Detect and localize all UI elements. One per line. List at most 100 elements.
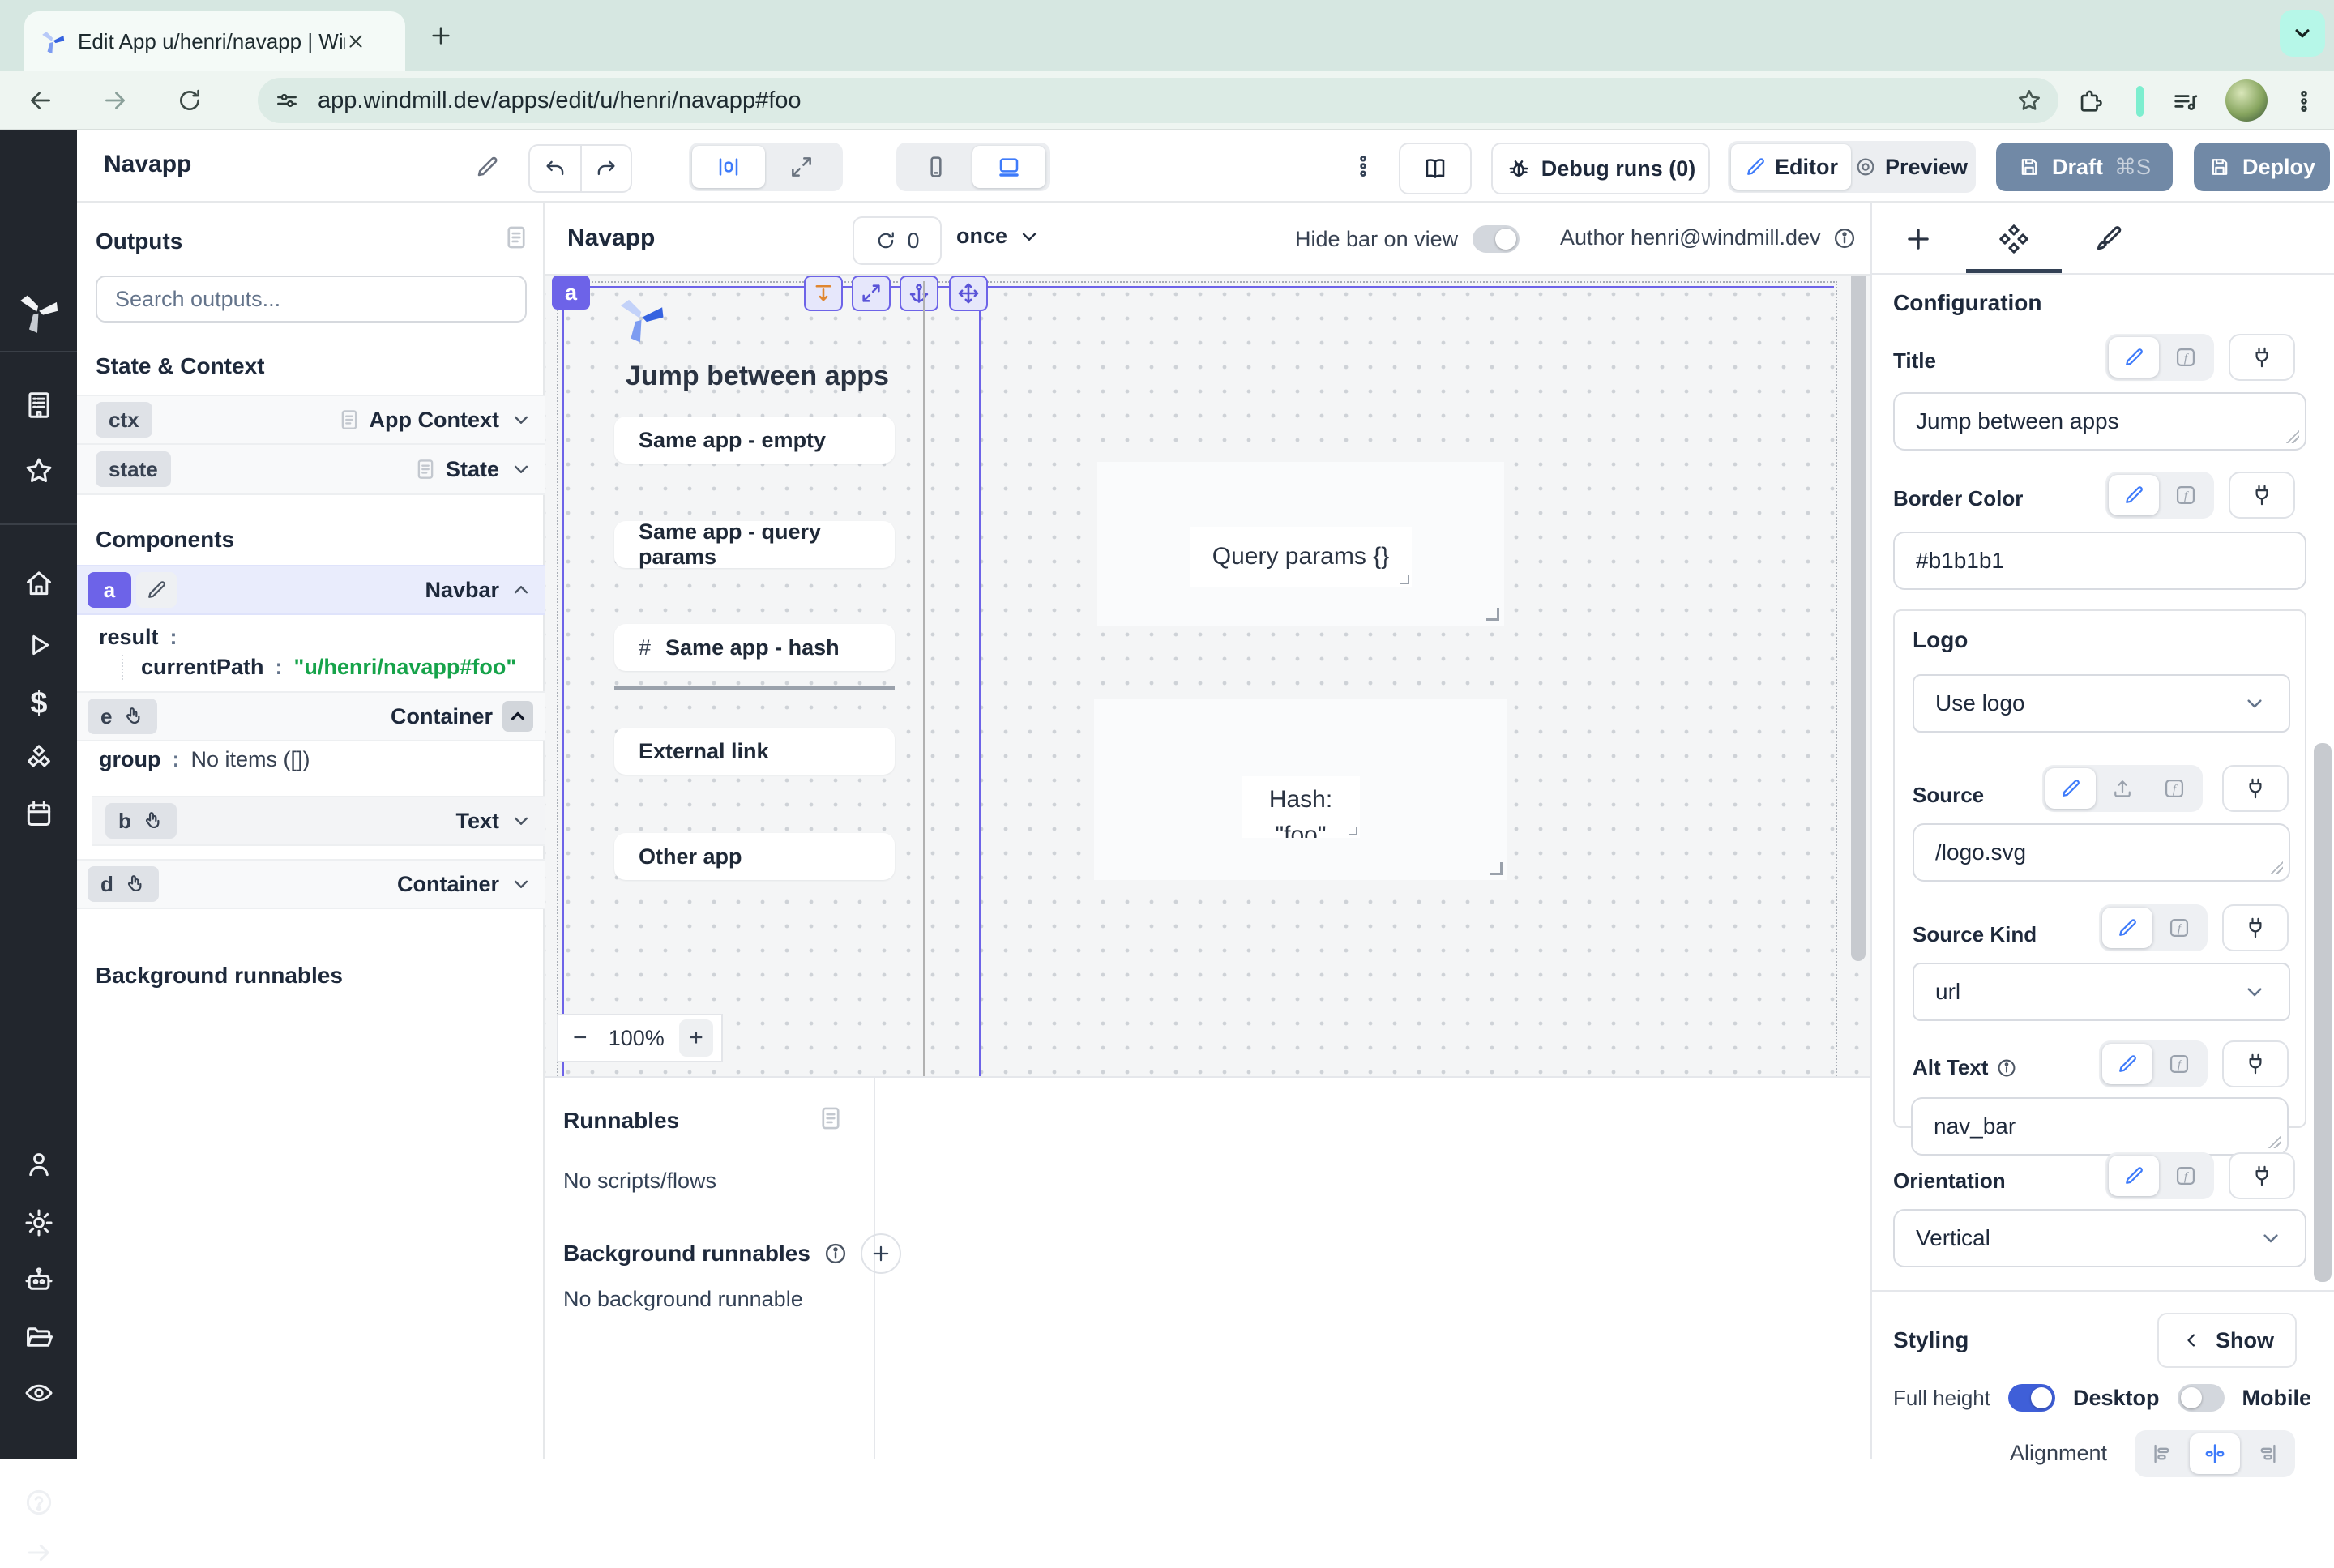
- styling-brush-tab[interactable]: [2094, 224, 2125, 254]
- nav-link-same-app-empty[interactable]: Same app - empty: [614, 417, 895, 464]
- logo-select[interactable]: Use logo: [1913, 674, 2290, 733]
- mobile-view-icon[interactable]: [900, 146, 972, 188]
- deploy-button[interactable]: Deploy: [2194, 143, 2330, 191]
- workspace-icon[interactable]: [24, 390, 54, 421]
- home-icon[interactable]: [24, 568, 54, 599]
- resources-cubes-icon[interactable]: [24, 744, 54, 775]
- full-height-desktop-toggle[interactable]: [2008, 1384, 2055, 1412]
- fx-icon[interactable]: [2154, 1044, 2204, 1084]
- avatar[interactable]: [2225, 79, 2268, 122]
- align-start-icon[interactable]: [2138, 1433, 2188, 1474]
- settings-components-tab[interactable]: [1998, 224, 2029, 254]
- component-edit-pencil-icon[interactable]: [136, 572, 177, 608]
- move-handle[interactable]: [949, 276, 988, 311]
- chevron-up-icon[interactable]: [509, 578, 533, 602]
- redo-icon[interactable]: [582, 146, 631, 191]
- fx-icon[interactable]: [2154, 908, 2204, 948]
- full-height-mobile-toggle[interactable]: [2178, 1384, 2225, 1412]
- settings-gear-icon[interactable]: [24, 1207, 54, 1238]
- docs-book-button[interactable]: [1399, 143, 1472, 194]
- static-pencil-icon[interactable]: [2102, 1044, 2152, 1084]
- expand-handle[interactable]: [852, 276, 891, 311]
- tab-close-icon[interactable]: [345, 31, 366, 52]
- browser-menu-icon[interactable]: [2290, 88, 2318, 115]
- state-row[interactable]: state State: [77, 445, 545, 495]
- debug-runs-button[interactable]: Debug runs (0): [1491, 143, 1710, 194]
- ctx-row[interactable]: ctx App Context: [77, 395, 545, 445]
- static-pencil-icon[interactable]: [2102, 908, 2152, 948]
- resize-corner-icon[interactable]: [1400, 575, 1409, 584]
- tab-search-button[interactable]: [2280, 10, 2325, 57]
- more-menu-icon[interactable]: [1349, 152, 1377, 180]
- static-pencil-icon[interactable]: [2109, 1156, 2159, 1196]
- source-connect-plug-icon[interactable]: [2222, 765, 2289, 812]
- chevron-up-icon[interactable]: [502, 701, 533, 732]
- orientation-connect-plug-icon[interactable]: [2229, 1152, 2295, 1199]
- align-center-icon[interactable]: [2190, 1433, 2240, 1474]
- chevron-down-icon[interactable]: [509, 408, 533, 432]
- outputs-doc-icon[interactable]: [502, 224, 530, 251]
- component-row-navbar[interactable]: a Navbar: [77, 565, 545, 615]
- component-row-container-d[interactable]: d Container: [77, 859, 545, 909]
- chevron-down-icon[interactable]: [509, 809, 533, 833]
- windmill-logo[interactable]: [15, 288, 62, 335]
- tab-editor[interactable]: Editor: [1731, 144, 1851, 190]
- folders-icon[interactable]: [24, 1322, 54, 1352]
- workers-robot-icon[interactable]: [24, 1265, 54, 1296]
- query-params-text-box[interactable]: Query params {}: [1190, 527, 1412, 587]
- static-pencil-icon[interactable]: [2109, 337, 2159, 378]
- refresh-count-button[interactable]: 0: [853, 216, 942, 265]
- insert-component-tab[interactable]: [1903, 224, 1934, 254]
- add-background-runnable-button[interactable]: [861, 1233, 901, 1274]
- upload-icon[interactable]: [2097, 768, 2148, 809]
- resize-corner-icon[interactable]: [1486, 608, 1499, 621]
- resize-corner-icon[interactable]: [1490, 862, 1503, 875]
- browser-back-icon[interactable]: [23, 83, 58, 118]
- tab-group-indicator[interactable]: [2136, 86, 2144, 117]
- query-params-container[interactable]: Query params {}: [1097, 462, 1504, 626]
- schedules-calendar-icon[interactable]: [24, 798, 54, 829]
- bookmark-star-icon[interactable]: [2016, 88, 2042, 113]
- zoom-out-button[interactable]: −: [566, 1024, 594, 1052]
- extensions-icon[interactable]: [2076, 88, 2104, 115]
- browser-reload-icon[interactable]: [172, 83, 207, 118]
- source-kind-connect-plug-icon[interactable]: [2222, 904, 2289, 951]
- draft-button[interactable]: Draft ⌘S: [1996, 143, 2173, 191]
- title-input[interactable]: Jump between apps: [1893, 392, 2306, 451]
- result-key[interactable]: result: [99, 625, 159, 650]
- info-icon[interactable]: [1832, 226, 1857, 250]
- anchor-handle[interactable]: [900, 276, 938, 311]
- alt-connect-plug-icon[interactable]: [2222, 1040, 2289, 1087]
- expand-down-handle[interactable]: [804, 276, 843, 311]
- orientation-select[interactable]: Vertical: [1893, 1209, 2306, 1267]
- browser-forward-icon[interactable]: [97, 83, 133, 118]
- align-end-icon[interactable]: [2242, 1433, 2292, 1474]
- alt-text-input[interactable]: nav_bar: [1911, 1097, 2289, 1156]
- canvas-scrollbar[interactable]: [1851, 276, 1866, 961]
- hash-text-box[interactable]: Hash: "foo": [1242, 776, 1360, 838]
- source-input[interactable]: /logo.svg: [1913, 823, 2290, 882]
- static-pencil-icon[interactable]: [2045, 768, 2096, 809]
- variables-icon[interactable]: $: [24, 686, 54, 719]
- rename-pencil-icon[interactable]: [474, 154, 500, 180]
- fx-icon[interactable]: [2161, 337, 2211, 378]
- media-controls-icon[interactable]: [2170, 88, 2199, 115]
- url-text[interactable]: app.windmill.dev/apps/edit/u/henri/navap…: [318, 88, 2016, 114]
- nav-link-other-app[interactable]: Other app: [614, 833, 895, 880]
- component-row-text-b[interactable]: b Text: [92, 796, 545, 846]
- url-field[interactable]: app.windmill.dev/apps/edit/u/henri/navap…: [258, 78, 2058, 123]
- desktop-view-icon[interactable]: [972, 146, 1045, 188]
- nav-link-same-app-hash[interactable]: # Same app - hash: [614, 624, 895, 671]
- browser-tab[interactable]: Edit App u/henri/navapp | Win: [24, 11, 405, 71]
- styling-show-button[interactable]: Show: [2157, 1313, 2297, 1368]
- runnables-doc-icon[interactable]: [817, 1104, 844, 1132]
- component-row-container-e[interactable]: e Container: [77, 691, 545, 741]
- new-tab-button[interactable]: [428, 23, 454, 49]
- fx-icon[interactable]: [2161, 475, 2211, 515]
- favorites-star-icon[interactable]: [24, 455, 54, 486]
- config-scrollbar[interactable]: [2314, 743, 2332, 1282]
- audit-eye-icon[interactable]: [24, 1378, 54, 1408]
- static-pencil-icon[interactable]: [2109, 475, 2159, 515]
- collapse-arrow-icon[interactable]: [24, 1537, 54, 1568]
- fx-icon[interactable]: [2149, 768, 2199, 809]
